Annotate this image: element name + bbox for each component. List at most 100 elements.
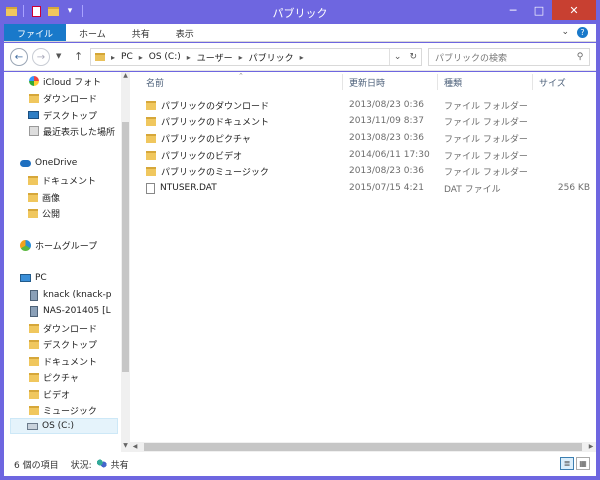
help-icon[interactable]: ?: [577, 27, 588, 38]
nav-item-label: PC: [35, 273, 47, 283]
nav-item-pc-music[interactable]: ミュージック: [28, 402, 97, 418]
nav-item-knack[interactable]: knack (knack-p: [28, 287, 112, 303]
scroll-up-arrow[interactable]: ▲: [121, 72, 130, 82]
nav-item-icloud-photos[interactable]: iCloud フォト: [28, 73, 101, 89]
file-name-cell: パブリックのドキュメント: [146, 115, 269, 128]
nav-item-onedrive-public[interactable]: 公開: [28, 205, 60, 221]
breadcrumb-separator[interactable]: ▸: [139, 53, 143, 62]
nav-item-desktop[interactable]: デスクトップ: [28, 107, 97, 123]
nav-item-label: ドキュメント: [43, 357, 98, 368]
breadcrumb-separator[interactable]: ▸: [111, 53, 115, 62]
column-header-date[interactable]: 更新日時: [349, 72, 437, 92]
ribbon-right-controls: ⌄ ?: [561, 24, 596, 41]
file-name-cell: パブリックのピクチャ: [146, 132, 251, 145]
ribbon-tabs: ファイル ホーム 共有 表示 ⌄ ?: [4, 24, 596, 42]
recent-locations-dropdown[interactable]: ▼: [56, 52, 61, 60]
file-row[interactable]: NTUSER.DAT 2015/07/15 4:21 DAT ファイル 256 …: [138, 180, 594, 196]
share-status-value: 共有: [110, 460, 129, 471]
tab-share[interactable]: 共有: [119, 24, 163, 41]
nav-item-pc-downloads[interactable]: ダウンロード: [28, 320, 97, 336]
column-header-size[interactable]: サイズ: [539, 72, 589, 92]
file-type: ファイル フォルダー: [444, 134, 528, 145]
documents-icon: [28, 356, 39, 367]
nav-item-recent-places[interactable]: 最近表示した場所: [28, 123, 115, 139]
nav-item-label: ドキュメント: [42, 176, 97, 187]
address-actions: ⌄ ↻: [388, 49, 421, 65]
nav-item-pc[interactable]: PC: [20, 270, 47, 286]
column-header-type[interactable]: 種類: [444, 72, 532, 92]
details-view-icon[interactable]: ≣: [560, 457, 574, 470]
nav-item-label: iCloud フォト: [43, 77, 102, 88]
breadcrumb-separator[interactable]: ▸: [300, 53, 304, 62]
column-divider[interactable]: [437, 74, 438, 90]
nav-item-pc-desktop[interactable]: デスクトップ: [28, 336, 97, 352]
tab-view[interactable]: 表示: [163, 24, 207, 41]
folder-icon: [146, 150, 156, 160]
up-arrow-icon[interactable]: ↑: [74, 50, 83, 63]
tab-home[interactable]: ホーム: [66, 24, 119, 41]
breadcrumb-pc[interactable]: PC: [121, 52, 133, 62]
computer-icon: [20, 273, 31, 284]
search-icon[interactable]: ⚲: [571, 52, 589, 62]
nav-item-onedrive-documents[interactable]: ドキュメント: [28, 172, 96, 188]
folder-icon: [146, 116, 156, 126]
nav-item-pc-videos[interactable]: ビデオ: [28, 386, 70, 402]
chevron-down-icon[interactable]: ⌄: [390, 52, 406, 62]
back-button[interactable]: ←: [10, 48, 28, 66]
scroll-left-arrow[interactable]: ◀: [130, 442, 140, 452]
videos-icon: [28, 389, 39, 400]
search-input[interactable]: パブリックの検索 ⚲: [428, 48, 590, 66]
breadcrumb-public[interactable]: パブリック: [249, 51, 294, 64]
file-row[interactable]: パブリックのピクチャ 2013/08/23 0:36 ファイル フォルダー: [138, 130, 594, 146]
recent-places-icon: [28, 126, 39, 137]
desktop-icon: [28, 110, 39, 121]
folder-icon: [95, 53, 105, 61]
file-icon: [146, 182, 155, 194]
scroll-down-arrow[interactable]: ▼: [121, 442, 130, 452]
nav-item-label: knack (knack-p: [43, 290, 112, 300]
status-bar: 6 個の項目 状況: 共有 ≣ ▦: [4, 452, 596, 476]
breadcrumb-separator[interactable]: ▸: [187, 53, 191, 62]
minimize-button[interactable]: ─: [500, 0, 526, 20]
nav-item-os-drive[interactable]: OS (C:): [10, 418, 118, 434]
file-row[interactable]: パブリックのダウンロード 2013/08/23 0:36 ファイル フォルダー: [138, 97, 594, 113]
nav-item-onedrive-pictures[interactable]: 画像: [28, 189, 60, 205]
content-horizontal-scrollbar[interactable]: ◀ ▶: [130, 442, 596, 452]
nav-item-downloads[interactable]: ダウンロード: [28, 90, 97, 106]
title-bar[interactable]: ▾ パブリック ─ □ ✕: [0, 0, 600, 24]
tab-file[interactable]: ファイル: [4, 24, 67, 41]
maximize-button[interactable]: □: [526, 0, 552, 20]
close-button[interactable]: ✕: [552, 0, 596, 20]
column-divider[interactable]: [532, 74, 533, 90]
nav-item-pc-documents[interactable]: ドキュメント: [28, 353, 97, 369]
address-bar: ← → ▼ ↑ ▸ PC ▸ OS (C:) ▸ ユーザー ▸ パブリック ▸ …: [4, 43, 596, 71]
chevron-down-icon[interactable]: ⌄: [561, 27, 569, 41]
large-icons-view-icon[interactable]: ▦: [576, 457, 590, 470]
breadcrumb[interactable]: ▸ PC ▸ OS (C:) ▸ ユーザー ▸ パブリック ▸ ⌄ ↻: [90, 48, 422, 66]
pictures-icon: [28, 372, 39, 383]
nav-item-label: OneDrive: [35, 158, 78, 168]
file-name: パブリックのビデオ: [161, 151, 243, 162]
column-divider[interactable]: [342, 74, 343, 90]
file-row[interactable]: パブリックのドキュメント 2013/11/09 8:37 ファイル フォルダー: [138, 113, 594, 129]
forward-button[interactable]: →: [32, 48, 50, 66]
nav-item-nas[interactable]: NAS-201405 [L: [28, 303, 111, 319]
nav-item-homegroup[interactable]: ホームグループ: [20, 237, 97, 253]
nav-item-onedrive[interactable]: OneDrive: [20, 155, 77, 171]
file-type: ファイル フォルダー: [444, 167, 528, 178]
share-status: 状況: 共有: [71, 458, 129, 471]
column-header-name[interactable]: 名前: [146, 72, 342, 92]
breadcrumb-separator[interactable]: ▸: [239, 53, 243, 62]
file-row[interactable]: パブリックのビデオ 2014/06/11 17:30 ファイル フォルダー: [138, 147, 594, 163]
nav-scrollbar-thumb[interactable]: [122, 122, 129, 372]
file-row[interactable]: パブリックのミュージック 2013/08/23 0:36 ファイル フォルダー: [138, 163, 594, 179]
horizontal-scrollbar-thumb[interactable]: [144, 443, 582, 451]
music-icon: [28, 405, 39, 416]
nav-item-pc-pictures[interactable]: ピクチャ: [28, 369, 79, 385]
file-name-cell: パブリックのビデオ: [146, 149, 242, 162]
refresh-icon[interactable]: ↻: [405, 52, 421, 62]
breadcrumb-drive[interactable]: OS (C:): [149, 52, 181, 62]
nav-scrollbar[interactable]: ▲ ▼: [121, 72, 130, 452]
breadcrumb-users[interactable]: ユーザー: [197, 51, 233, 64]
scroll-right-arrow[interactable]: ▶: [586, 442, 596, 452]
